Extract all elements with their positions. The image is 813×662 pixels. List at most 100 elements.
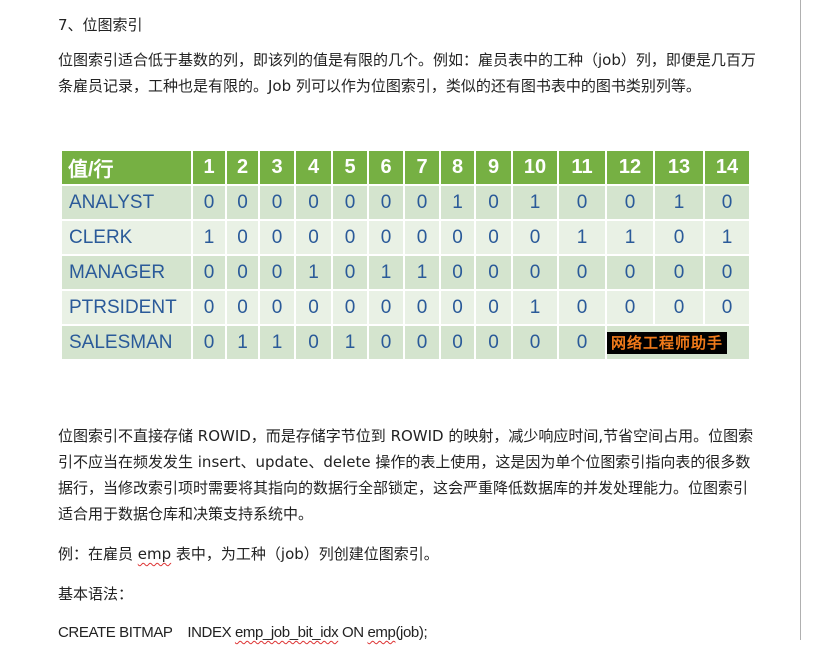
index-name: emp_job_bit_idx [234, 624, 339, 641]
corner-header: 值/行 [60, 149, 193, 186]
bit-cell: 0 [225, 289, 260, 326]
bit-cell: 0 [511, 254, 559, 291]
bit-cell: 0 [331, 219, 369, 256]
example-pre: 例：在雇员 [58, 545, 138, 563]
row-label: SALESMAN [60, 324, 193, 361]
bit-cell: 0 [474, 324, 513, 361]
column-header: 6 [367, 149, 405, 186]
bit-cell: 0 [191, 289, 227, 326]
table-row: ANALYST 0 0 0 0 0 0 0 1 0 1 0 0 1 0 [60, 184, 751, 221]
watermark-cell: 网络工程师助手 [605, 324, 751, 361]
row-label: MANAGER [60, 254, 193, 291]
column-header: 13 [653, 149, 705, 186]
bit-cell: 1 [703, 219, 751, 256]
bit-cell: 0 [225, 254, 260, 291]
bit-cell: 0 [331, 289, 369, 326]
bit-cell: 0 [605, 289, 655, 326]
bit-cell: 0 [403, 289, 441, 326]
syntax-label: 基本语法： [58, 585, 134, 603]
bit-cell: 1 [511, 184, 559, 221]
section-heading: 7、位图索引 [58, 16, 143, 34]
bit-cell: 0 [703, 184, 751, 221]
column-header: 8 [439, 149, 476, 186]
bit-cell: 0 [258, 254, 296, 291]
bit-cell: 0 [557, 289, 607, 326]
bit-cell: 0 [331, 184, 369, 221]
bit-cell: 0 [703, 254, 751, 291]
bit-cell: 0 [294, 324, 333, 361]
bit-cell: 0 [703, 289, 751, 326]
code-part: ON [338, 624, 368, 641]
intro-paragraph: 位图索引适合低于基数的列，即该列的值是有限的几个。例如：雇员表中的工种（job）… [58, 51, 756, 95]
bit-cell: 0 [191, 184, 227, 221]
row-label: CLERK [60, 219, 193, 256]
bit-cell: 0 [403, 324, 441, 361]
bit-cell: 0 [605, 184, 655, 221]
bit-cell: 0 [557, 324, 607, 361]
column-header: 3 [258, 149, 296, 186]
code-part: CREATE BITMAP INDEX [58, 624, 235, 641]
bit-cell: 0 [474, 219, 513, 256]
bit-cell: 1 [294, 254, 333, 291]
bit-cell: 0 [403, 184, 441, 221]
bit-cell: 0 [653, 289, 705, 326]
bit-cell: 0 [225, 184, 260, 221]
bit-cell: 0 [474, 184, 513, 221]
bit-cell: 0 [367, 184, 405, 221]
example-post: 表中，为工种（job）列创建位图索引。 [171, 545, 439, 563]
bit-cell: 0 [474, 289, 513, 326]
bit-cell: 1 [511, 289, 559, 326]
bit-cell: 0 [557, 184, 607, 221]
bit-cell: 0 [367, 219, 405, 256]
bit-cell: 0 [225, 219, 260, 256]
table-row: CLERK 1 0 0 0 0 0 0 0 0 0 1 1 0 1 [60, 219, 751, 256]
table-row: MANAGER 0 0 0 1 0 1 1 0 0 0 0 0 0 0 [60, 254, 751, 291]
bit-cell: 1 [403, 254, 441, 291]
bit-cell: 0 [294, 184, 333, 221]
column-header: 9 [474, 149, 513, 186]
bit-cell: 0 [367, 289, 405, 326]
bit-cell: 0 [258, 184, 296, 221]
watermark-logo: 网络工程师助手 [607, 331, 728, 354]
bit-cell: 0 [331, 254, 369, 291]
column-header: 5 [331, 149, 369, 186]
table-row: SALESMAN 0 1 1 0 1 0 0 0 0 0 0 网络工程师助手 [60, 324, 751, 361]
bit-cell: 1 [191, 219, 227, 256]
bit-cell: 0 [557, 254, 607, 291]
bit-cell: 1 [258, 324, 296, 361]
bit-cell: 0 [258, 289, 296, 326]
bit-cell: 0 [653, 254, 705, 291]
description-paragraph: 位图索引不直接存储 ROWID，而是存储字节位到 ROWID 的映射，减少响应时… [58, 427, 754, 523]
code-part: (job); [395, 624, 428, 641]
table-name: emp [367, 624, 396, 641]
bit-cell: 0 [294, 289, 333, 326]
column-header: 10 [511, 149, 559, 186]
bit-cell: 0 [511, 219, 559, 256]
bit-cell: 0 [403, 219, 441, 256]
bit-cell: 1 [653, 184, 705, 221]
bit-cell: 0 [258, 219, 296, 256]
column-header: 4 [294, 149, 333, 186]
sql-code-line: CREATE BITMAP INDEX emp_job_bit_idx ON e… [58, 620, 428, 646]
bit-cell: 1 [367, 254, 405, 291]
column-header: 11 [557, 149, 607, 186]
page-edge [800, 0, 801, 640]
column-header: 7 [403, 149, 441, 186]
bit-cell: 0 [605, 254, 655, 291]
bit-cell: 0 [439, 219, 476, 256]
bit-cell: 0 [511, 324, 559, 361]
bit-cell: 0 [191, 324, 227, 361]
column-header: 2 [225, 149, 260, 186]
row-label: ANALYST [60, 184, 193, 221]
bit-cell: 0 [439, 289, 476, 326]
bit-cell: 1 [605, 219, 655, 256]
bit-cell: 0 [474, 254, 513, 291]
column-header: 1 [191, 149, 227, 186]
bit-cell: 0 [191, 254, 227, 291]
column-header: 12 [605, 149, 655, 186]
table-header-row: 值/行 1 2 3 4 5 6 7 8 9 10 11 12 13 14 [60, 149, 751, 186]
example-line: 例：在雇员 emp 表中，为工种（job）列创建位图索引。 [58, 541, 439, 567]
bit-cell: 0 [439, 324, 476, 361]
bit-cell: 0 [294, 219, 333, 256]
bit-cell: 1 [225, 324, 260, 361]
